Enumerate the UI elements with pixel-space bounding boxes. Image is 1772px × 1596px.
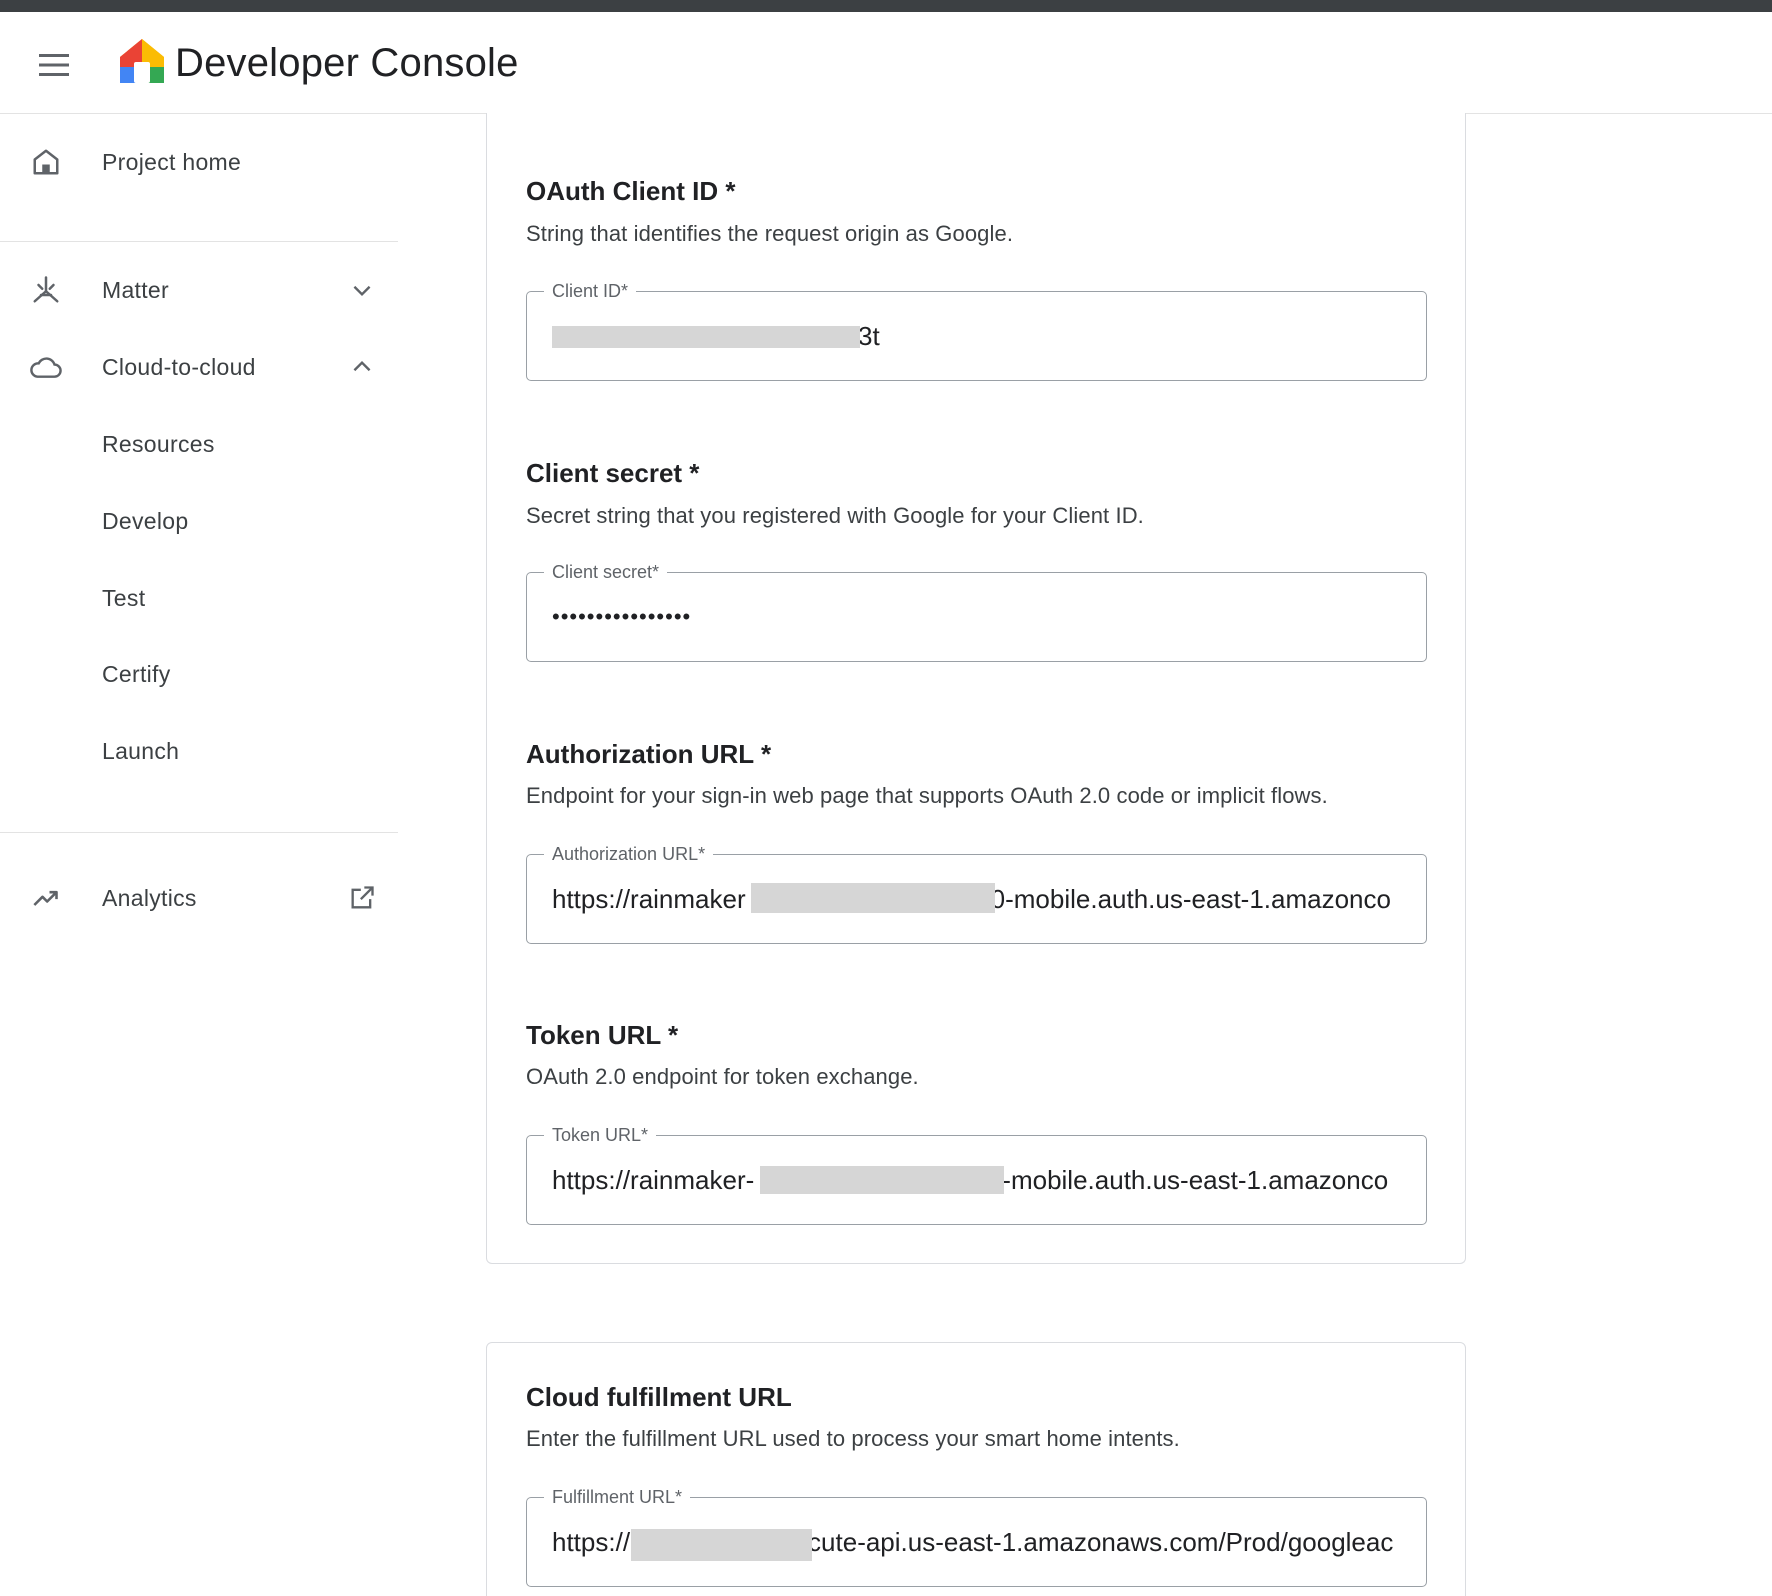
sidebar-subitem-test[interactable]: Test <box>0 564 398 632</box>
fulfillment-url-field-label: Fulfillment URL* <box>544 1485 691 1509</box>
redaction-block <box>760 1166 1004 1194</box>
client-id-field[interactable]: Client ID* 3t <box>526 279 1427 381</box>
sidebar-item-label: Cloud-to-cloud <box>102 354 256 380</box>
matter-icon <box>28 272 64 308</box>
cloud-fulfillment-card: Cloud fulfillment URL Enter the fulfillm… <box>486 1342 1466 1596</box>
app-header: Developer Console <box>0 12 1772 114</box>
sidebar-subitem-resources[interactable]: Resources <box>0 410 398 478</box>
authorization-url-description: Endpoint for your sign-in web page that … <box>526 783 1328 808</box>
authorization-url-suffix: 0-mobile.auth.us-east-1.amazonco <box>990 884 1391 914</box>
sidebar-subitem-label: Develop <box>102 508 189 534</box>
trending-up-icon <box>28 880 64 916</box>
app-title: Developer Console <box>175 41 519 85</box>
token-url-field-label: Token URL* <box>544 1123 657 1147</box>
fulfillment-url-suffix: cute-api.us-east-1.amazonaws.com/Prod/go… <box>808 1527 1394 1557</box>
menu-button[interactable] <box>28 39 80 91</box>
sidebar-subitem-label: Certify <box>102 661 171 687</box>
chevron-down-icon[interactable] <box>344 272 380 308</box>
window-top-strip <box>0 0 1772 12</box>
home-icon <box>28 144 64 180</box>
fulfillment-url-title: Cloud fulfillment URL <box>526 1382 792 1412</box>
fulfillment-url-description: Enter the fulfillment URL used to proces… <box>526 1426 1180 1451</box>
menu-icon <box>39 54 69 76</box>
cloud-icon <box>28 349 64 385</box>
client-id-description: String that identifies the request origi… <box>526 221 1014 246</box>
client-secret-field[interactable]: Client secret* •••••••••••••••• <box>526 560 1427 662</box>
sidebar-divider <box>0 241 398 242</box>
client-secret-field-label: Client secret* <box>544 560 668 584</box>
sidebar-item-project-home[interactable]: Project home <box>0 124 398 200</box>
authorization-url-field-label: Authorization URL* <box>544 842 714 866</box>
token-url-prefix: https://rainmaker- <box>552 1165 755 1195</box>
account-linking-card: OAuth Client ID * String that identifies… <box>486 113 1466 1264</box>
open-in-new-icon[interactable] <box>344 880 380 916</box>
client-secret-title: Client secret * <box>526 458 700 488</box>
token-url-description: OAuth 2.0 endpoint for token exchange. <box>526 1064 919 1089</box>
fulfillment-url-prefix: https:// <box>552 1527 631 1557</box>
sidebar-subitem-label: Resources <box>102 431 215 457</box>
client-id-title: OAuth Client ID * <box>526 176 736 206</box>
sidebar-subitem-launch[interactable]: Launch <box>0 717 398 785</box>
token-url-field[interactable]: Token URL* https://rainmaker- -mobile.aut… <box>526 1123 1427 1225</box>
redaction-block <box>631 1529 812 1561</box>
authorization-url-title: Authorization URL * <box>526 739 772 769</box>
client-secret-description: Secret string that you registered with G… <box>526 503 1144 528</box>
authorization-url-prefix: https://rainmaker <box>552 884 746 914</box>
fulfillment-url-field[interactable]: Fulfillment URL* https:// cute-api.us-eas… <box>526 1485 1427 1587</box>
sidebar: Project home Matter Cloud-to-cloud Resou… <box>0 114 398 1596</box>
sidebar-item-analytics[interactable]: Analytics <box>0 860 398 936</box>
sidebar-item-cloud-to-cloud[interactable]: Cloud-to-cloud <box>0 329 398 405</box>
google-home-logo-icon <box>120 39 164 83</box>
sidebar-subitem-label: Launch <box>102 738 180 764</box>
authorization-url-field[interactable]: Authorization URL* https://rainmaker 0-mo… <box>526 842 1427 944</box>
sidebar-subitem-label: Test <box>102 585 146 611</box>
redaction-block <box>751 883 995 913</box>
sidebar-item-label: Matter <box>102 277 169 303</box>
token-url-title: Token URL * <box>526 1020 679 1050</box>
sidebar-divider <box>0 832 398 833</box>
client-secret-value: •••••••••••••••• <box>552 604 692 629</box>
sidebar-subitem-develop[interactable]: Develop <box>0 487 398 555</box>
client-id-field-label: Client ID* <box>544 279 637 303</box>
sidebar-subitem-certify[interactable]: Certify <box>0 640 398 708</box>
token-url-suffix: -mobile.auth.us-east-1.amazonco <box>1002 1165 1389 1195</box>
sidebar-item-matter[interactable]: Matter <box>0 252 398 328</box>
sidebar-item-label: Analytics <box>102 885 197 911</box>
chevron-up-icon[interactable] <box>344 349 380 385</box>
sidebar-item-label: Project home <box>102 149 242 175</box>
redaction-block <box>552 326 860 348</box>
